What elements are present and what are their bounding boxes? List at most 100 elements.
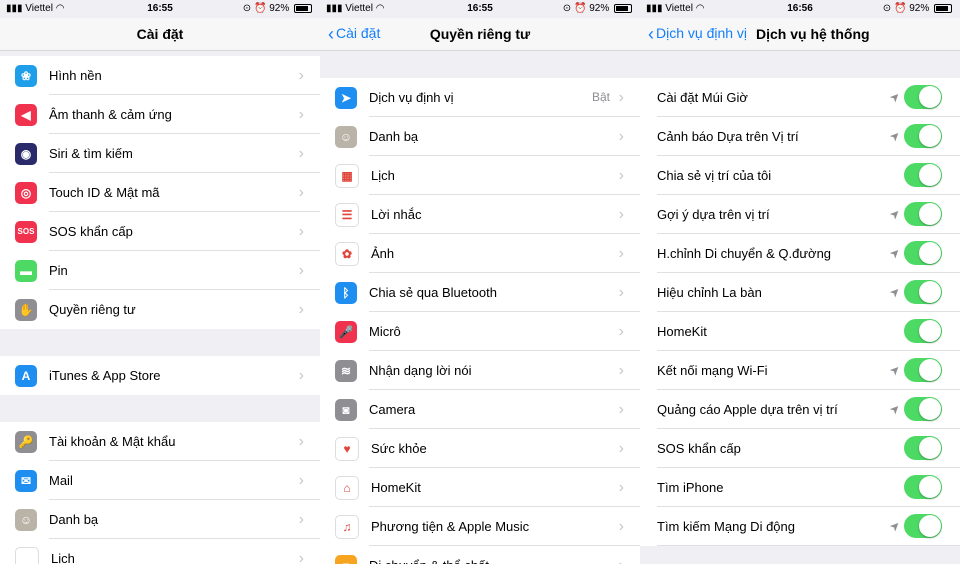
list-item[interactable]: ☰ Lời nhắc ›: [320, 195, 640, 234]
list-item-label: Nhận dạng lời nói: [369, 363, 472, 378]
list-item: Tìm kiếm Mạng Di động ➤: [640, 507, 960, 546]
list-item: Quảng cáo Apple dựa trên vị trí ➤: [640, 390, 960, 429]
chevron-right-icon: ›: [618, 323, 624, 340]
chevron-right-icon: ›: [298, 262, 304, 279]
list-item[interactable]: ♥ Sức khỏe ›: [320, 429, 640, 468]
list-item-label: Hình nền: [49, 68, 102, 83]
page-title: Quyền riêng tư: [429, 26, 531, 42]
battery-icon: [934, 3, 952, 13]
status-right: ⊙ ⏰ 92%: [243, 3, 312, 14]
toggle-switch[interactable]: [904, 241, 942, 265]
list-item-label: Mail: [49, 473, 73, 488]
mail-icon: ✉: [15, 469, 37, 492]
list-item-label: Sức khỏe: [371, 441, 427, 456]
bluetooth-icon: ᛒ: [335, 281, 357, 304]
toggle-switch[interactable]: [904, 514, 942, 538]
battery-icon: [294, 3, 312, 13]
chevron-right-icon: ›: [298, 184, 304, 201]
chevron-right-icon: ›: [298, 301, 304, 318]
wallpaper-icon: ❀: [15, 64, 37, 87]
hand-icon: ✋: [15, 298, 37, 321]
chevron-right-icon: ›: [618, 401, 624, 418]
list-item[interactable]: ≋ Nhận dạng lời nói ›: [320, 351, 640, 390]
list-item[interactable]: Lịch ›: [0, 539, 320, 564]
toggle-switch[interactable]: [904, 280, 942, 304]
chevron-right-icon: ›: [298, 367, 304, 384]
list-item[interactable]: AiTunes & App Store ›: [0, 356, 320, 395]
list-item[interactable]: ✿ Ảnh ›: [320, 234, 640, 273]
sound-icon: ◀: [15, 103, 37, 126]
chevron-right-icon: ›: [298, 67, 304, 84]
page-title: Dịch vụ hệ thống: [756, 26, 870, 42]
alarm-icon: ⏰: [573, 3, 587, 14]
status-right: ⊙ ⏰ 92%: [563, 3, 632, 14]
navigation-bar: ‹ Dịch vụ định vị Dịch vụ hệ thống: [640, 18, 960, 51]
list-item[interactable]: ▬ Pin ›: [0, 251, 320, 290]
list-item: Gợi ý dựa trên vị trí ➤: [640, 195, 960, 234]
chevron-right-icon: ›: [618, 89, 624, 106]
list-item[interactable]: ≡ Di chuyển & thể chất›: [320, 546, 640, 564]
toggle-switch[interactable]: [904, 85, 942, 109]
list-item[interactable]: ➤ Dịch vụ định vị Bật ›: [320, 78, 640, 117]
list-item[interactable]: ✉ Mail ›: [0, 461, 320, 500]
list-item[interactable]: ⌂ HomeKit ›: [320, 468, 640, 507]
toggle-switch[interactable]: [904, 397, 942, 421]
list-item[interactable]: ♫ Phương tiện & Apple Music ›: [320, 507, 640, 546]
battery-icon: ▬: [15, 259, 37, 282]
list-item-label: Chia sẻ qua Bluetooth: [369, 285, 497, 300]
list-item[interactable]: ◙ Camera ›: [320, 390, 640, 429]
list-item[interactable]: SOS SOS khẩn cấp ›: [0, 212, 320, 251]
list-item[interactable]: ᛒ Chia sẻ qua Bluetooth ›: [320, 273, 640, 312]
list-item-label: Micrô: [369, 324, 401, 339]
list-item[interactable]: ◎ Touch ID & Mật mã ›: [0, 173, 320, 212]
settings-group-3: 🔑 Tài khoản & Mật khẩu › ✉ Mail › ☺ Danh bạ › Lịc…: [0, 422, 320, 564]
list-item[interactable]: ◀ Âm thanh & cảm ứng ›: [0, 95, 320, 134]
list-item[interactable]: 🔑 Tài khoản & Mật khẩu ›: [0, 422, 320, 461]
calendar-icon: ▦: [335, 163, 359, 188]
chevron-right-icon: ›: [618, 440, 624, 457]
chevron-right-icon: ›: [618, 362, 624, 379]
toggle-switch[interactable]: [904, 358, 942, 382]
list-item[interactable]: ◉ Siri & tìm kiếm ›: [0, 134, 320, 173]
list-item: SOS khẩn cấp: [640, 429, 960, 468]
chevron-right-icon: ›: [618, 518, 624, 535]
list-item-label: SOS khẩn cấp: [49, 224, 133, 239]
location-icon: ➤: [335, 86, 357, 109]
microphone-icon: 🎤: [335, 320, 357, 343]
toggle-switch[interactable]: [904, 319, 942, 343]
key-icon: 🔑: [15, 430, 37, 453]
list-item: HomeKit: [640, 312, 960, 351]
list-item[interactable]: ☺ Danh bạ ›: [320, 117, 640, 156]
system-services-list: Cài đặt Múi Giờ ➤ Cảnh báo Dựa trên Vị trí…: [640, 78, 960, 546]
chevron-right-icon: ›: [618, 245, 624, 262]
back-button[interactable]: ‹ Dịch vụ định vị: [648, 25, 747, 43]
list-item-label: Danh bạ: [369, 129, 419, 144]
toggle-switch[interactable]: [904, 124, 942, 148]
privacy-screen: ▮▮▮ Viettel ◠ 16:55 ⊙ ⏰ 92% ‹ Cài đặt Quy…: [320, 0, 640, 564]
contacts-icon: ☺: [15, 508, 37, 531]
list-item[interactable]: 🎤 Micrô ›: [320, 312, 640, 351]
chevron-right-icon: ›: [298, 433, 304, 450]
chevron-right-icon: ›: [298, 472, 304, 489]
contacts-icon: ☺: [335, 125, 357, 148]
list-item[interactable]: ❀ Hình nền ›: [0, 56, 320, 95]
list-item[interactable]: ▦ Lịch ›: [320, 156, 640, 195]
alarm-icon: ⏰: [253, 3, 267, 14]
status-right: ⊙ ⏰ 92%: [883, 3, 952, 14]
toggle-switch[interactable]: [904, 436, 942, 460]
status-bar: ▮▮▮ Viettel ◠ 16:55 ⊙ ⏰ 92%: [0, 0, 320, 18]
list-item[interactable]: ✋ Quyền riêng tư ›: [0, 290, 320, 329]
toggle-switch[interactable]: [904, 475, 942, 499]
list-item-label: Lịch: [51, 551, 75, 564]
toggle-switch[interactable]: [904, 202, 942, 226]
settings-group-1: ❀ Hình nền › ◀ Âm thanh & cảm ứng › ◉ Siri & tì…: [0, 56, 320, 329]
list-item-label: Pin: [49, 263, 68, 278]
app-store-icon: A: [15, 364, 37, 387]
list-item[interactable]: ☺ Danh bạ ›: [0, 500, 320, 539]
photos-icon: ✿: [335, 241, 359, 266]
toggle-switch[interactable]: [904, 163, 942, 187]
list-item: Hiệu chỉnh La bàn ➤: [640, 273, 960, 312]
motion-icon: ≡: [335, 554, 357, 564]
list-item: Cảnh báo Dựa trên Vị trí ➤: [640, 117, 960, 156]
list-item-label: Danh bạ: [49, 512, 99, 527]
